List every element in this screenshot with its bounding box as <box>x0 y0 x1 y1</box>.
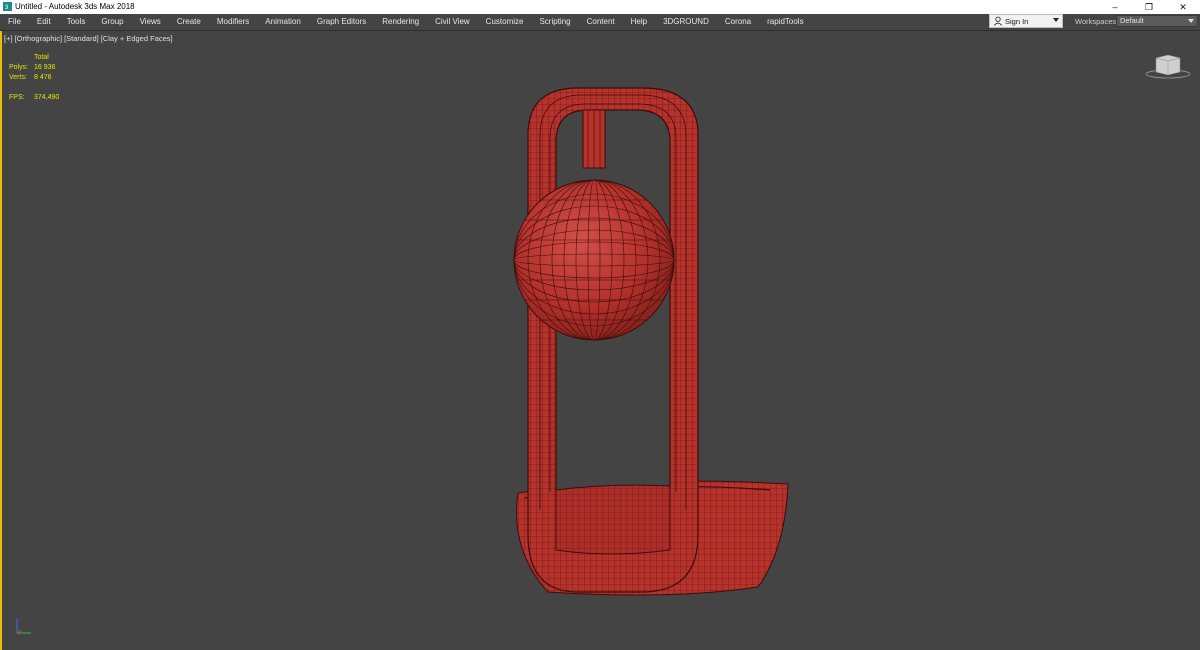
workspaces-select[interactable]: Default <box>1116 15 1198 27</box>
axis-gizmo-icon <box>16 619 31 634</box>
menu-views[interactable]: Views <box>132 14 169 30</box>
stats-polys-label: Polys: <box>9 64 29 71</box>
viewport-general-menu[interactable]: [+] <box>4 34 13 43</box>
menu-help[interactable]: Help <box>623 14 655 30</box>
menu-corona[interactable]: Corona <box>717 14 759 30</box>
workspaces-label: Workspaces: <box>1075 17 1119 26</box>
viewcube-icon[interactable] <box>1144 52 1192 80</box>
menu-rapidtools[interactable]: rapidTools <box>759 14 811 30</box>
main-menu: File Edit Tools Group Views Create Modif… <box>0 14 812 30</box>
3dsmax-icon: 3 <box>3 2 12 11</box>
menu-animation[interactable]: Animation <box>257 14 309 30</box>
stats-total-label: Total <box>34 54 49 61</box>
menu-3dground[interactable]: 3DGROUND <box>655 14 717 30</box>
menu-tools[interactable]: Tools <box>59 14 94 30</box>
sign-in-label: Sign In <box>1005 16 1029 26</box>
window-title: Untitled - Autodesk 3ds Max 2018 <box>15 2 135 11</box>
stats-fps-value: 374,490 <box>34 94 60 101</box>
menu-civil-view[interactable]: Civil View <box>427 14 478 30</box>
close-button[interactable]: ✕ <box>1166 0 1200 14</box>
menu-scripting[interactable]: Scripting <box>531 14 578 30</box>
lamp-model[interactable] <box>470 80 810 610</box>
minimize-button[interactable]: – <box>1098 0 1132 14</box>
workspaces-value: Default <box>1120 16 1144 25</box>
menu-edit[interactable]: Edit <box>29 14 59 30</box>
sign-in-dropdown[interactable]: Sign In <box>989 14 1063 28</box>
menu-rendering[interactable]: Rendering <box>374 14 427 30</box>
menu-group[interactable]: Group <box>93 14 131 30</box>
stats-verts-value: 8 476 <box>34 74 52 81</box>
title-bar: 3 Untitled - Autodesk 3ds Max 2018 – ❐ ✕ <box>0 0 1200 14</box>
viewport-label-menu: [+] [Orthographic] [Standard] [Clay + Ed… <box>4 34 173 43</box>
lamp-bowl-inner <box>555 484 671 555</box>
menu-graph-editors[interactable]: Graph Editors <box>309 14 374 30</box>
menu-file[interactable]: File <box>0 14 29 30</box>
viewport-statistics: Total Polys: 16 936 Verts: 8 476 FPS: 374,4… <box>9 53 59 103</box>
menu-content[interactable]: Content <box>579 14 623 30</box>
lamp-sphere <box>513 179 675 341</box>
chevron-down-icon <box>1188 19 1194 23</box>
chevron-down-icon <box>1053 18 1059 22</box>
window-controls: – ❐ ✕ <box>1098 0 1200 14</box>
stats-polys-value: 16 936 <box>34 64 56 71</box>
viewport-display-menu[interactable]: [Clay + Edged Faces] <box>101 34 173 43</box>
stats-fps-label: FPS: <box>9 94 25 101</box>
lamp-rod <box>582 109 606 169</box>
svg-text:3: 3 <box>5 4 9 11</box>
restore-button[interactable]: ❐ <box>1132 0 1166 14</box>
menu-modifiers[interactable]: Modifiers <box>209 14 257 30</box>
user-icon <box>993 16 1003 26</box>
viewport-shading-menu[interactable]: [Standard] <box>64 34 99 43</box>
viewport-point-of-view-menu[interactable]: [Orthographic] <box>15 34 63 43</box>
menu-create[interactable]: Create <box>169 14 209 30</box>
stats-verts-label: Verts: <box>9 74 27 81</box>
menu-customize[interactable]: Customize <box>478 14 532 30</box>
